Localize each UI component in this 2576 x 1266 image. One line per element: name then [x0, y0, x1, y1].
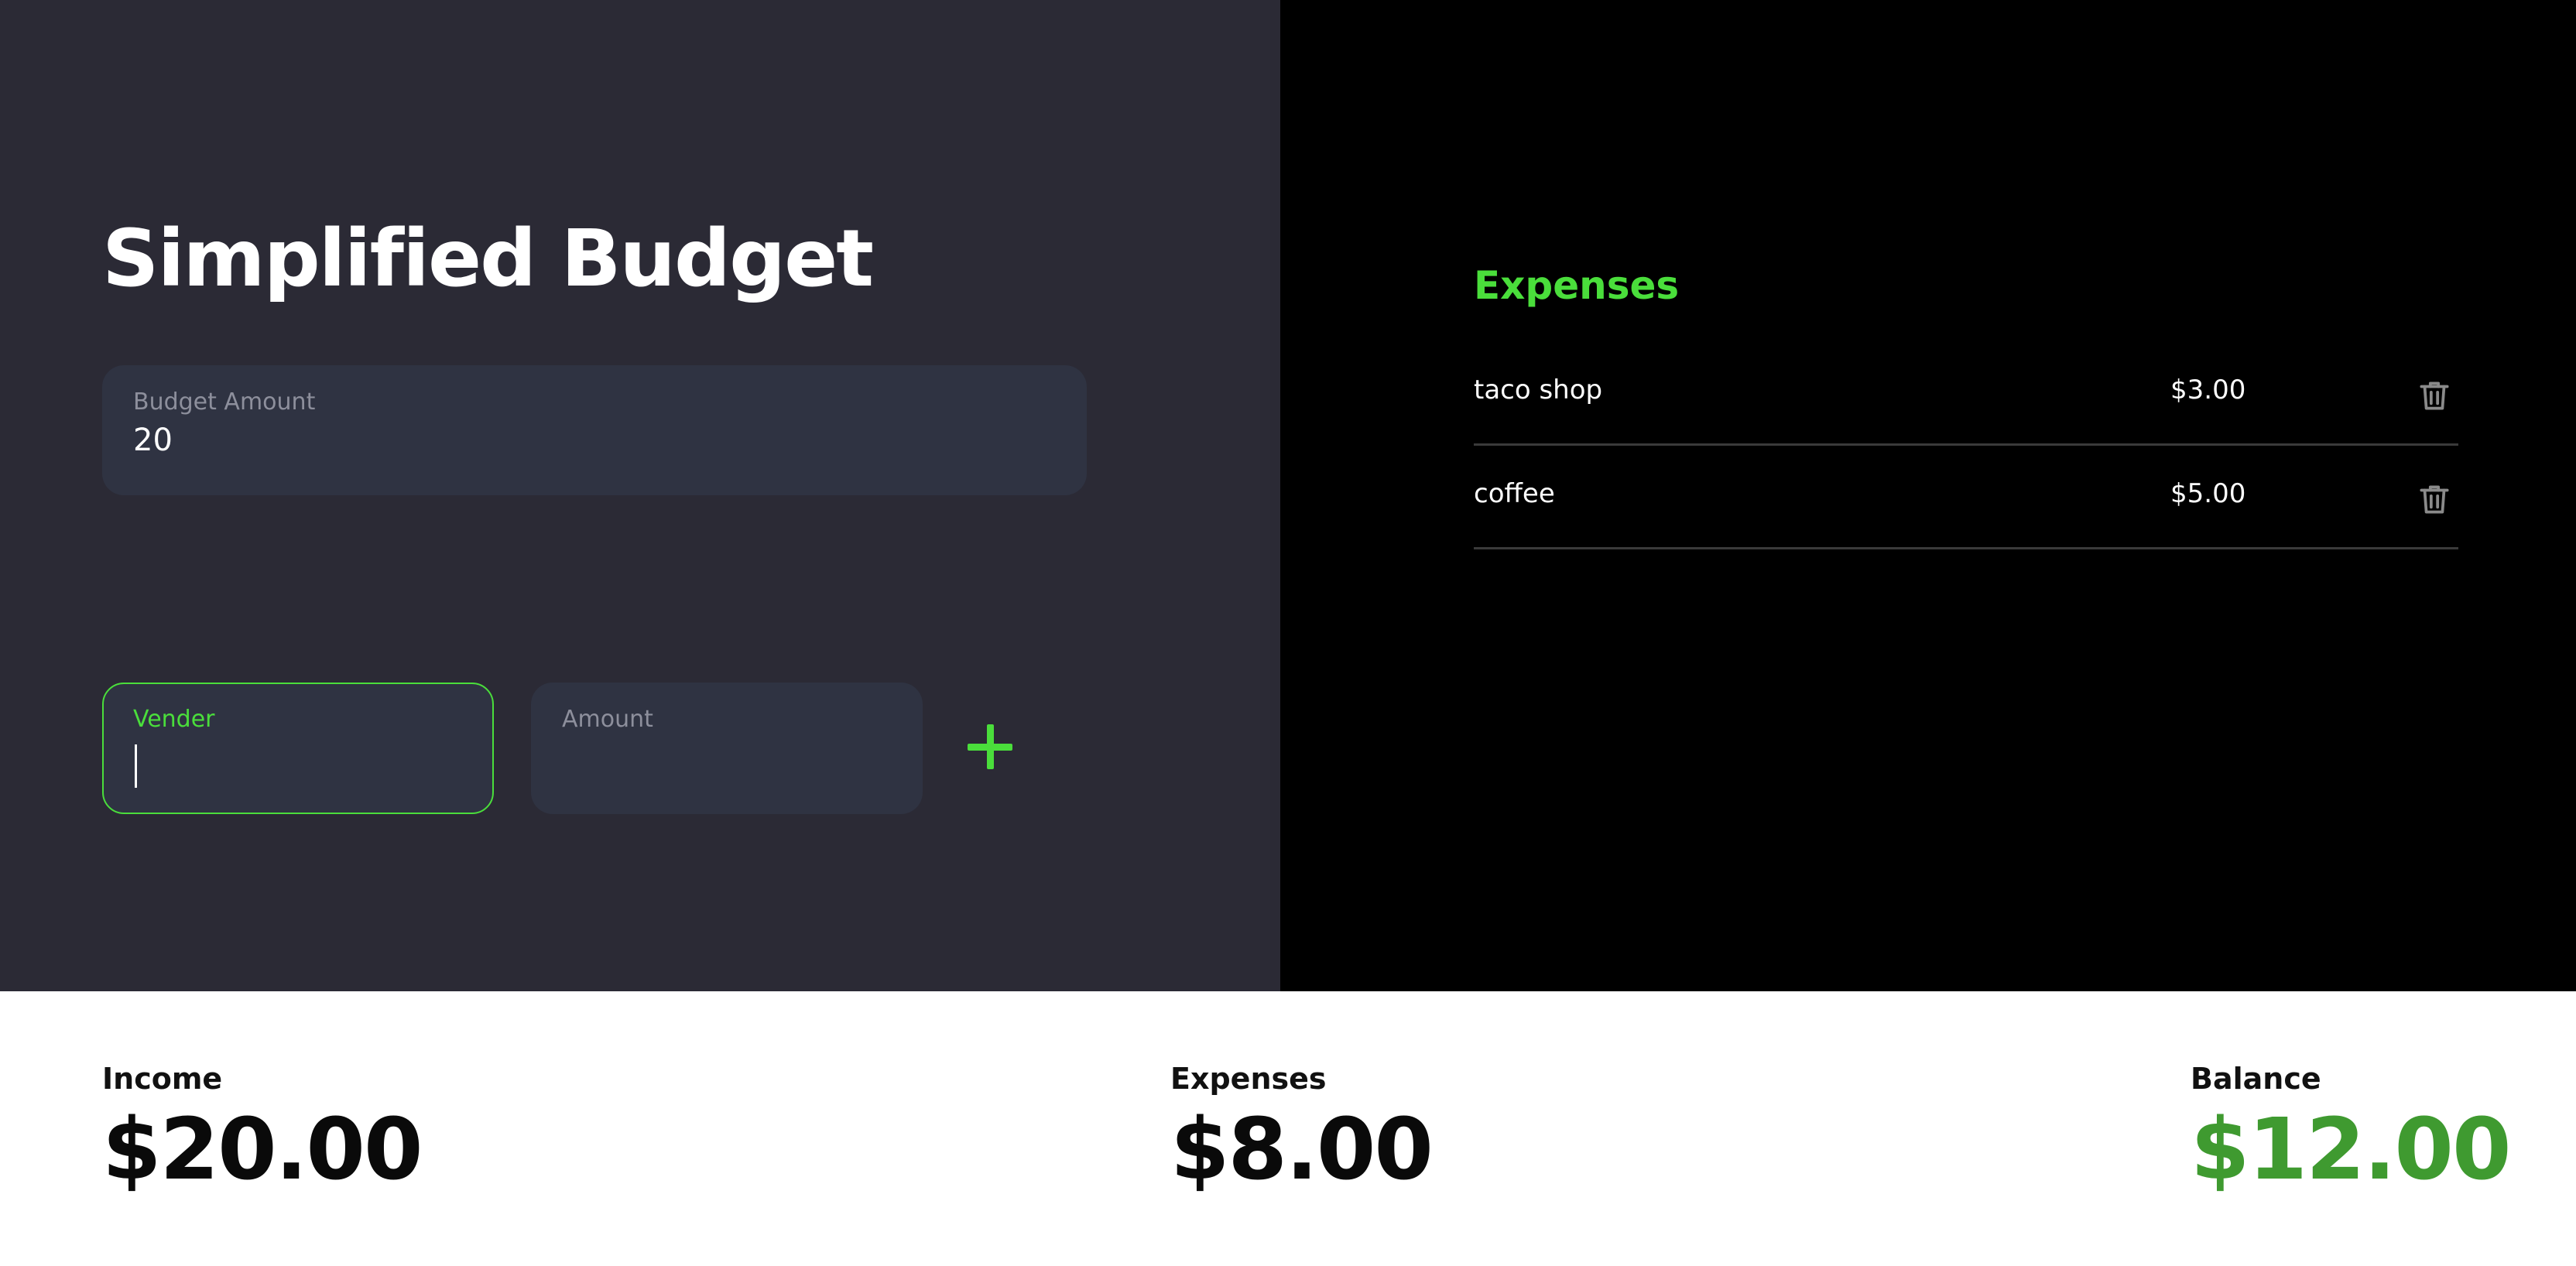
page-title: Simplified Budget: [102, 213, 874, 305]
delete-expense-button[interactable]: [2415, 376, 2454, 415]
budget-amount-value[interactable]: 20: [133, 423, 173, 458]
budget-amount-field[interactable]: Budget Amount 20: [102, 365, 1087, 495]
expense-amount: $5.00: [2170, 478, 2246, 509]
expense-vendor: taco shop: [1474, 375, 1603, 405]
expenses-heading: Expenses: [1474, 263, 1680, 308]
expense-row: taco shop $3.00: [1474, 342, 2458, 446]
expense-amount: $3.00: [2170, 375, 2246, 405]
vendor-input[interactable]: Vender: [102, 683, 494, 814]
budget-app: Simplified Budget Budget Amount 20 Vende…: [0, 0, 2576, 1266]
expenses-summary: Expenses $8.00: [1170, 1059, 1434, 1199]
trash-icon: [2420, 485, 2449, 514]
income-summary: Income $20.00: [102, 1059, 423, 1199]
balance-summary: Balance $12.00: [2191, 1059, 2511, 1199]
expenses-total-label: Expenses: [1170, 1062, 1327, 1096]
delete-expense-button[interactable]: [2415, 480, 2454, 518]
trash-icon: [2420, 382, 2449, 410]
expense-row: coffee $5.00: [1474, 446, 2458, 549]
vendor-input-label: Vender: [133, 706, 215, 733]
amount-input-label: Amount: [562, 706, 653, 733]
summary-bar: Income $20.00 Expenses $8.00 Balance $12…: [0, 991, 2576, 1266]
text-cursor: [135, 744, 137, 788]
income-value: $20.00: [102, 1100, 423, 1199]
balance-label: Balance: [2191, 1062, 2321, 1096]
expense-list: taco shop $3.00 coffee $5.00: [1474, 342, 2458, 549]
income-label: Income: [102, 1062, 223, 1096]
budget-amount-label: Budget Amount: [133, 388, 316, 416]
expenses-total-value: $8.00: [1170, 1100, 1434, 1199]
input-panel: Simplified Budget Budget Amount 20 Vende…: [0, 0, 1280, 991]
add-expense-button[interactable]: [955, 712, 1025, 782]
balance-value: $12.00: [2191, 1100, 2511, 1199]
expenses-panel: Expenses taco shop $3.00 coffee $5.00: [1280, 0, 2576, 991]
expense-vendor: coffee: [1474, 478, 1555, 509]
amount-input[interactable]: Amount: [531, 683, 923, 814]
